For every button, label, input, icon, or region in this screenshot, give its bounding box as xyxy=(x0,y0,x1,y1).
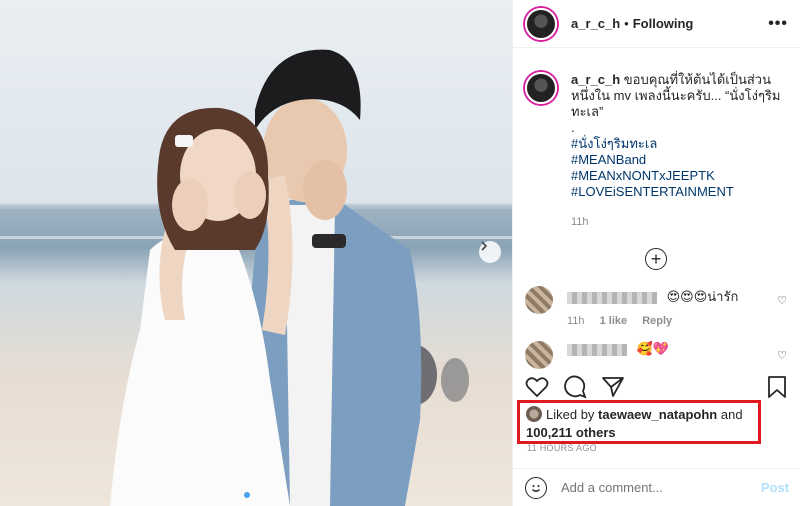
likes-summary[interactable]: Liked by taewaew_natapohn and 100,211 ot… xyxy=(517,400,761,444)
carousel-next-button[interactable] xyxy=(479,241,501,263)
caption: a_r_c_h ขอบคุณที่ให้ต้นได้เป็นส่วนหนึ่งใ… xyxy=(525,72,787,230)
add-comment-bar: Post xyxy=(513,468,800,506)
carousel-dot xyxy=(254,492,260,498)
like-heart-icon[interactable] xyxy=(525,375,549,399)
post-comment-button[interactable]: Post xyxy=(761,480,789,495)
comment-meta: 11h 1 like Reply xyxy=(567,315,738,327)
comment-item: 🥰💖 ♡ xyxy=(525,341,787,369)
comment-text: 🥰💖 xyxy=(636,341,669,356)
liker-avatar xyxy=(526,406,542,422)
post-timestamp[interactable]: 11 HOURS AGO xyxy=(527,443,597,453)
emoji-smiley-icon[interactable] xyxy=(525,476,547,499)
save-bookmark-icon[interactable] xyxy=(765,375,789,399)
reply-button[interactable]: Reply xyxy=(642,315,672,327)
liker-username[interactable]: taewaew_natapohn xyxy=(598,407,717,422)
header-separator: • xyxy=(624,16,629,31)
hashtag-link[interactable]: #MEANxNONTxJEEPTK xyxy=(571,168,787,184)
carousel-indicator xyxy=(244,492,260,498)
share-send-icon[interactable] xyxy=(601,375,625,399)
commenter-username-blurred[interactable] xyxy=(567,343,627,356)
carousel-dot-active xyxy=(244,492,250,498)
author-avatar[interactable] xyxy=(525,7,557,40)
hashtag-link[interactable]: #นั่งโง่ๆริมทะเล xyxy=(571,136,787,152)
caption-username[interactable]: a_r_c_h xyxy=(571,72,620,87)
comment-time: 11h xyxy=(567,315,585,327)
photo-illustration xyxy=(0,49,512,506)
plus-circle-icon[interactable]: + xyxy=(645,248,667,270)
comments-section[interactable]: a_r_c_h ขอบคุณที่ให้ต้นได้เป็นส่วนหนึ่งใ… xyxy=(513,48,800,374)
load-more-comments[interactable]: + xyxy=(525,248,787,270)
add-comment-input[interactable] xyxy=(561,480,761,495)
comment-likes[interactable]: 1 like xyxy=(600,315,628,327)
caption-time: 11h xyxy=(571,216,589,228)
hashtag-link[interactable]: #MEANBand xyxy=(571,152,787,168)
comment-like-heart-icon[interactable]: ♡ xyxy=(777,349,787,362)
post-header: a_r_c_h • Following ••• xyxy=(513,0,800,48)
likes-and: and xyxy=(720,407,743,422)
post-side-panel: a_r_c_h • Following ••• a_r_c_h ขอบคุณที… xyxy=(512,0,800,506)
commenter-avatar-blurred[interactable] xyxy=(525,286,553,314)
following-button[interactable]: Following xyxy=(633,16,694,31)
post-photo[interactable] xyxy=(0,0,512,506)
comment-item: 😍😍😍น่ารัก 11h 1 like Reply ♡ xyxy=(525,286,787,327)
comment-bubble-icon[interactable] xyxy=(563,375,587,399)
likes-prefix: Liked by xyxy=(546,407,595,422)
more-options-icon[interactable]: ••• xyxy=(768,15,788,33)
commenter-avatar-blurred[interactable] xyxy=(525,341,553,369)
caption-author-avatar[interactable] xyxy=(525,72,557,104)
caption-dot: . xyxy=(571,120,575,135)
likes-others-count[interactable]: 100,211 others xyxy=(526,425,616,440)
hashtag-link[interactable]: #LOVEiSENTERTAINMENT xyxy=(571,184,787,200)
comment-like-heart-icon[interactable]: ♡ xyxy=(777,294,787,307)
author-username[interactable]: a_r_c_h xyxy=(571,16,620,31)
chevron-right-icon xyxy=(481,241,488,251)
commenter-username-blurred[interactable] xyxy=(567,291,657,304)
comment-text: 😍😍😍น่ารัก xyxy=(666,289,739,304)
post-actions-bar xyxy=(513,374,800,400)
